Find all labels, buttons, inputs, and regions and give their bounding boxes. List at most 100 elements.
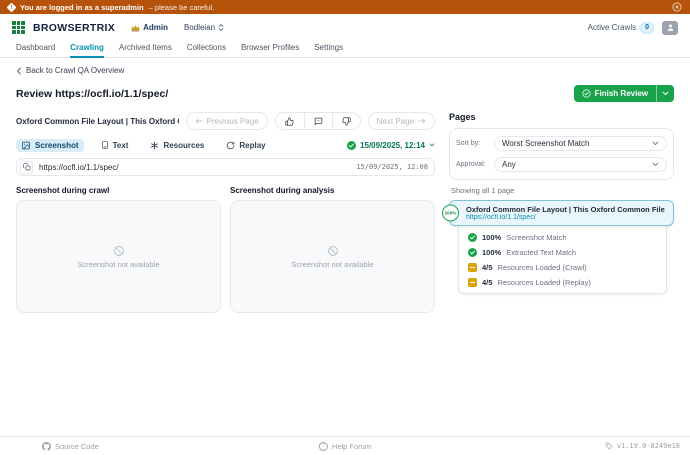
check-circle-icon (582, 89, 591, 98)
stat-value: 4/5 (482, 263, 493, 272)
source-code-link[interactable]: Source Code (42, 441, 99, 451)
primary-nav: Dashboard Crawling Archived Items Collec… (0, 41, 690, 58)
crawl-screenshot-placeholder: Screenshot not available (77, 259, 160, 269)
stat-screenshot-match: 100% Screenshot Match (459, 230, 666, 245)
next-page-button[interactable]: Next Page (367, 112, 435, 130)
finish-review-caret[interactable] (656, 85, 674, 102)
browsertrix-logo-icon (12, 21, 25, 34)
chevron-down-icon (662, 91, 669, 96)
thumbs-up-button[interactable] (275, 113, 304, 129)
nav-item-browser-profiles[interactable]: Browser Profiles (241, 41, 299, 56)
pages-count-text: Showing all 1 page (451, 186, 515, 195)
page-card-url: https://ocfl.io/1.1/spec/ (466, 214, 536, 221)
analysis-screenshot-column: Screenshot during analysis Screenshot no… (230, 186, 435, 313)
not-available-icon (113, 245, 124, 256)
tab-replay-label: Replay (239, 140, 266, 150)
github-icon (42, 441, 51, 451)
check-circle-filled-icon (468, 233, 477, 242)
banner-message-strong: You are logged in as a superadmin (20, 2, 144, 12)
org-label: Bodleian (183, 23, 216, 32)
admin-label: Admin (143, 23, 168, 32)
app-footer: Source Code ? Help Forum v1.19.0-8249e18 (0, 436, 690, 455)
page-card-title: Oxford Common File Layout | This Oxford … (466, 205, 667, 214)
help-forum-link[interactable]: ? Help Forum (318, 441, 372, 451)
chevron-left-icon (17, 67, 21, 74)
not-available-icon (327, 245, 338, 256)
arrow-right-icon (418, 118, 426, 124)
review-panel: Oxford Common File Layout | This Oxford … (16, 110, 435, 313)
tab-replay[interactable]: Replay (221, 139, 270, 152)
back-link[interactable]: Back to Crawl QA Overview (0, 58, 690, 79)
analysis-screenshot-panel: Screenshot not available (230, 200, 435, 313)
analysis-screenshot-placeholder: Screenshot not available (291, 259, 374, 269)
nav-item-settings[interactable]: Settings (314, 41, 343, 56)
pages-heading: Pages (449, 112, 476, 122)
warning-icon: ! (6, 2, 17, 12)
copy-url-button[interactable] (20, 160, 33, 174)
comment-button[interactable] (303, 113, 332, 129)
banner-close-icon[interactable] (672, 2, 682, 12)
thumbs-down-button[interactable] (331, 113, 360, 129)
approval-filter-row: Approval: Any (456, 154, 667, 175)
sort-by-select[interactable]: Worst Screenshot Match (494, 136, 667, 151)
active-crawls-label: Active Crawls (587, 23, 637, 32)
tab-screenshot[interactable]: Screenshot (16, 138, 84, 152)
user-menu-button[interactable] (662, 20, 678, 35)
help-icon: ? (318, 441, 328, 451)
screenshot-compare: Screenshot during crawl Screenshot not a… (16, 186, 435, 313)
page-list-item[interactable]: 100% Oxford Common File Layout | This Ox… (442, 200, 674, 226)
check-circle-filled-icon (347, 140, 357, 150)
stat-resources-replay: 4/5 Resources Loaded (Replay) (459, 275, 666, 290)
sort-by-value: Worst Screenshot Match (502, 139, 590, 148)
image-icon (22, 141, 30, 149)
app-header: BROWSERTRIX Admin Bodleian Active Crawls… (0, 14, 690, 41)
brand-title: BROWSERTRIX (33, 21, 116, 34)
tab-screenshot-label: Screenshot (35, 140, 79, 150)
stat-text-match: 100% Extracted Text Match (459, 245, 666, 260)
page-url-bar: https://ocfl.io/1.1/spec/ 15/09/2025, 12… (16, 158, 435, 176)
crown-icon (131, 24, 140, 31)
version-tag-icon (605, 442, 613, 450)
tab-text[interactable]: Text (96, 138, 134, 152)
crawl-screenshot-column: Screenshot during crawl Screenshot not a… (16, 186, 221, 313)
page-stats-panel: 100% Screenshot Match 100% Extracted Tex… (458, 224, 667, 294)
nav-item-dashboard[interactable]: Dashboard (16, 41, 55, 56)
crawl-timestamp-selector[interactable]: 15/09/2025, 12:14 (347, 140, 435, 150)
nav-item-archived-items[interactable]: Archived Items (119, 41, 172, 56)
pages-sidebar: Pages Sort by: Worst Screenshot Match Ap… (442, 110, 674, 313)
sort-by-label: Sort by: (456, 140, 481, 147)
nav-item-crawling[interactable]: Crawling (70, 41, 104, 58)
active-crawls[interactable]: Active Crawls 0 (587, 21, 654, 34)
sort-filter-row: Sort by: Worst Screenshot Match (456, 133, 667, 154)
qa-view-tabs: Screenshot Text Resources Replay 15/09/2… (16, 138, 435, 152)
stat-resources-crawl: 4/5 Resources Loaded (Crawl) (459, 260, 666, 275)
comment-icon (314, 117, 322, 125)
previous-page-label: Previous Page (206, 116, 259, 126)
nav-item-collections[interactable]: Collections (187, 41, 226, 56)
chevron-down-icon (652, 141, 659, 146)
finish-review-button[interactable]: Finish Review (573, 85, 674, 102)
main-content: Oxford Common File Layout | This Oxford … (0, 110, 690, 313)
page-pager: Oxford Common File Layout | This Oxford … (16, 112, 435, 130)
chevron-down-icon (429, 143, 435, 147)
pages-filters: Sort by: Worst Screenshot Match Approval… (449, 128, 674, 180)
org-selector[interactable]: Bodleian (184, 23, 224, 32)
stat-label: Extracted Text Match (506, 248, 577, 257)
page-url: https://ocfl.io/1.1/spec/ (39, 162, 119, 172)
tab-resources[interactable]: Resources (145, 139, 209, 152)
page-url-timestamp: 15/09/2025, 12:08 (356, 163, 428, 171)
previous-page-button[interactable]: Previous Page (185, 112, 268, 130)
help-forum-label: Help Forum (331, 441, 372, 451)
page-score-badge: 100% (442, 204, 459, 222)
version-info: v1.19.0-8249e18 (605, 442, 680, 450)
crawl-timestamp: 15/09/2025, 12:14 (360, 140, 425, 150)
check-circle-filled-icon (468, 248, 477, 257)
stat-label: Resources Loaded (Replay) (497, 278, 591, 287)
approval-label: Approval: (456, 161, 486, 168)
source-code-label: Source Code (55, 441, 99, 451)
replay-icon (227, 141, 235, 149)
copy-icon (22, 163, 30, 171)
admin-link[interactable]: Admin (131, 23, 168, 32)
stat-value: 4/5 (482, 278, 493, 287)
approval-select[interactable]: Any (494, 157, 667, 172)
